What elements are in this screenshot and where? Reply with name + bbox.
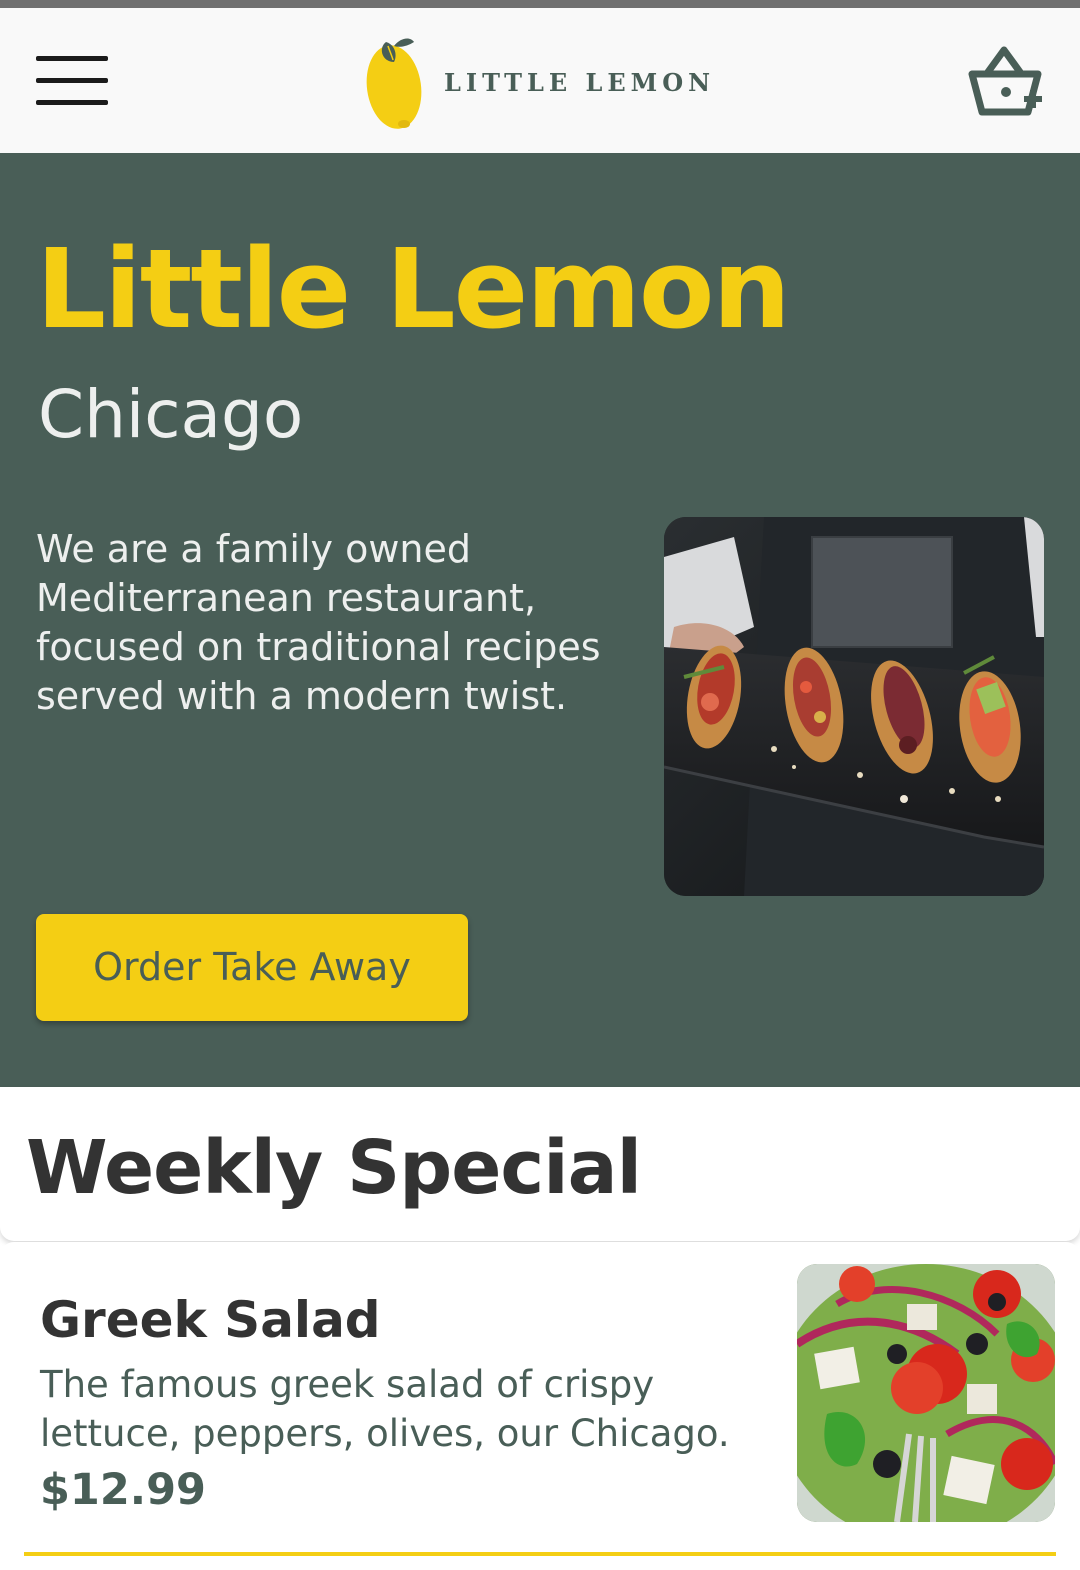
hero-title: Little Lemon xyxy=(36,225,791,353)
hero-food-image xyxy=(664,517,1044,896)
card-accent-line xyxy=(24,1552,1056,1556)
menu-item-card[interactable]: Greek Salad The famous greek salad of cr… xyxy=(0,1242,1080,1570)
app-logo: LITTLE LEMON xyxy=(364,32,724,132)
greek-salad-illustration xyxy=(797,1264,1055,1522)
lemon-logo-icon xyxy=(366,38,422,129)
dish-description: The famous greek salad of crispy lettuce… xyxy=(40,1363,730,1455)
hero-city: Chicago xyxy=(38,376,304,453)
weekly-special-header: Weekly Special xyxy=(0,1087,1080,1241)
basket-button[interactable] xyxy=(966,44,1048,124)
dish-name: Greek Salad xyxy=(40,1291,381,1349)
logo-text: LITTLE LEMON xyxy=(444,68,716,97)
hamburger-menu-icon xyxy=(36,56,108,61)
hero-description: We are a family owned Mediterranean rest… xyxy=(36,527,601,718)
status-strip xyxy=(0,0,1080,8)
app-header: LITTLE LEMON xyxy=(0,8,1080,153)
hero-food-illustration xyxy=(664,517,1044,896)
dish-price: $12.99 xyxy=(40,1465,206,1515)
order-take-away-button[interactable]: Order Take Away xyxy=(36,914,468,1021)
basket-add-icon xyxy=(968,46,1042,116)
menu-button[interactable] xyxy=(36,54,108,110)
weekly-special-title: Weekly Special xyxy=(26,1125,642,1211)
hero-banner: Little Lemon Chicago We are a family own… xyxy=(0,153,1080,1087)
dish-image xyxy=(797,1264,1055,1522)
